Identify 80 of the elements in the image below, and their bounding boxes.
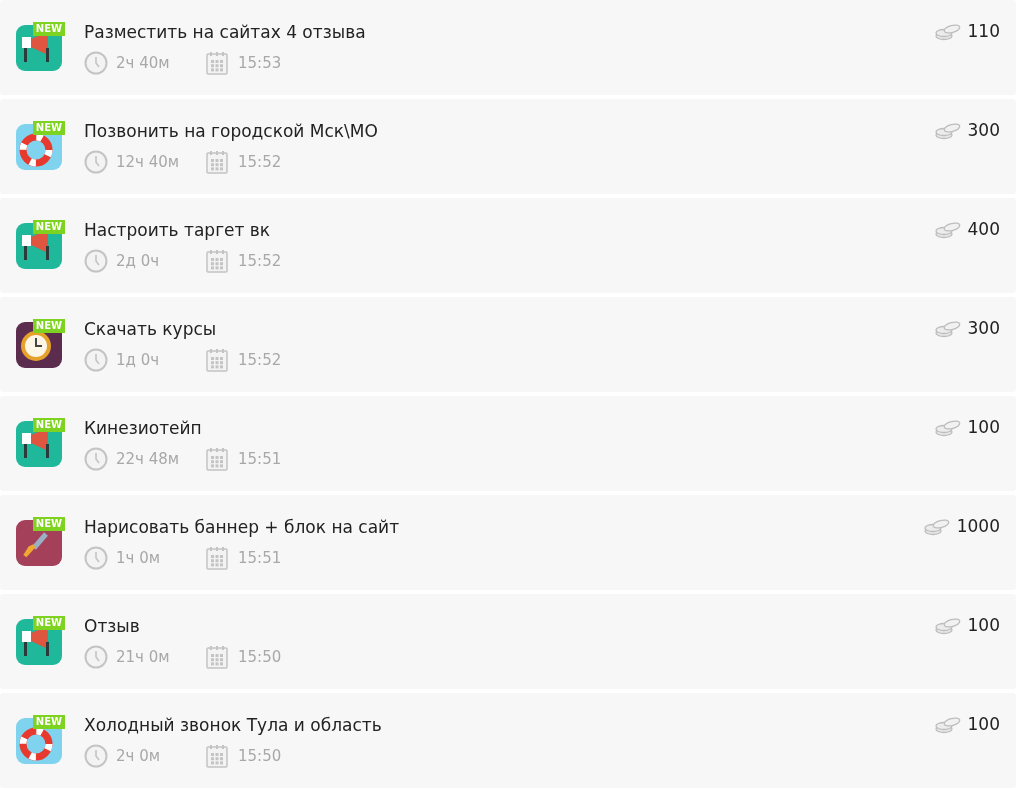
calendar-icon xyxy=(206,150,228,174)
reward-amount: 300 xyxy=(967,317,1000,340)
lifebuoy-icon xyxy=(16,718,62,764)
calendar-icon xyxy=(206,744,228,768)
duration-text: 2д 0ч xyxy=(116,250,161,272)
new-badge: NEW xyxy=(32,22,65,36)
task-card[interactable]: NEW Кинезиотейп 22ч 48м 15:51 100 xyxy=(0,396,1016,491)
task-card[interactable]: NEW Разместить на сайтах 4 отзыва 2ч 40м 15:53 110 xyxy=(0,0,1016,95)
task-card[interactable]: NEW Позвонить на городской Мск\МО 12ч 40м 15:52 300 xyxy=(0,99,1016,194)
task-card[interactable]: NEW Настроить таргет вк 2д 0ч 15:52 400 xyxy=(0,198,1016,293)
calendar-icon xyxy=(206,546,228,570)
coins-icon xyxy=(933,417,962,438)
calendar-icon xyxy=(206,348,228,372)
coins-icon xyxy=(922,516,951,537)
duration-text: 12ч 40м xyxy=(116,151,181,173)
clock-icon xyxy=(84,51,108,75)
time-text: 15:51 xyxy=(238,448,282,470)
coins-icon xyxy=(933,120,962,141)
task-card[interactable]: NEW Скачать курсы 1д 0ч 15:52 300 xyxy=(0,297,1016,392)
coins-icon xyxy=(933,21,962,42)
new-badge: NEW xyxy=(32,418,65,432)
clock-icon xyxy=(16,322,62,368)
reward-amount: 300 xyxy=(967,119,1000,142)
calendar-icon xyxy=(206,249,228,273)
clock-icon xyxy=(84,348,108,372)
time-text: 15:52 xyxy=(238,349,282,371)
time-text: 15:53 xyxy=(238,52,282,74)
coins-icon xyxy=(933,219,962,240)
clock-icon xyxy=(84,546,108,570)
task-title[interactable]: Кинезиотейп xyxy=(84,417,934,439)
new-badge: NEW xyxy=(32,517,65,531)
time-text: 15:50 xyxy=(238,745,282,767)
task-title[interactable]: Разместить на сайтах 4 отзыва xyxy=(84,21,934,43)
clock-icon xyxy=(84,150,108,174)
reward-amount: 110 xyxy=(967,20,1000,43)
new-badge: NEW xyxy=(32,715,65,729)
coins-icon xyxy=(933,714,962,735)
new-badge: NEW xyxy=(32,121,65,135)
time-text: 15:52 xyxy=(238,151,282,173)
task-title[interactable]: Позвонить на городской Мск\МО xyxy=(84,120,934,142)
calendar-icon xyxy=(206,51,228,75)
megaphone-icon xyxy=(16,223,62,269)
time-text: 15:52 xyxy=(238,250,282,272)
task-title[interactable]: Отзыв xyxy=(84,615,934,637)
megaphone-icon xyxy=(16,25,62,71)
reward-amount: 100 xyxy=(967,614,1000,637)
new-badge: NEW xyxy=(32,616,65,630)
brush-icon xyxy=(16,520,62,566)
duration-text: 1ч 0м xyxy=(116,547,162,569)
task-title[interactable]: Холодный звонок Тула и область xyxy=(84,714,934,736)
task-card[interactable]: NEW Нарисовать баннер + блок на сайт 1ч 0м 15:51 1000 xyxy=(0,495,1016,590)
duration-text: 21ч 0м xyxy=(116,646,171,668)
coins-icon xyxy=(933,318,962,339)
new-badge: NEW xyxy=(32,220,65,234)
task-card[interactable]: NEW Холодный звонок Тула и область 2ч 0м 15:50 100 xyxy=(0,693,1016,788)
duration-text: 2ч 0м xyxy=(116,745,162,767)
task-title[interactable]: Нарисовать баннер + блок на сайт xyxy=(84,516,923,538)
coins-icon xyxy=(933,615,962,636)
calendar-icon xyxy=(206,447,228,471)
reward-amount: 1000 xyxy=(956,515,1000,538)
reward-amount: 100 xyxy=(967,416,1000,439)
time-text: 15:50 xyxy=(238,646,282,668)
clock-icon xyxy=(84,744,108,768)
duration-text: 22ч 48м xyxy=(116,448,181,470)
task-title[interactable]: Настроить таргет вк xyxy=(84,219,934,241)
lifebuoy-icon xyxy=(16,124,62,170)
clock-icon xyxy=(84,645,108,669)
reward-amount: 100 xyxy=(967,713,1000,736)
megaphone-icon xyxy=(16,421,62,467)
clock-icon xyxy=(84,249,108,273)
megaphone-icon xyxy=(16,619,62,665)
duration-text: 1д 0ч xyxy=(116,349,161,371)
task-card[interactable]: NEW Отзыв 21ч 0м 15:50 100 xyxy=(0,594,1016,689)
new-badge: NEW xyxy=(32,319,65,333)
clock-icon xyxy=(84,447,108,471)
reward-amount: 400 xyxy=(967,218,1000,241)
task-title[interactable]: Скачать курсы xyxy=(84,318,934,340)
duration-text: 2ч 40м xyxy=(116,52,171,74)
time-text: 15:51 xyxy=(238,547,282,569)
calendar-icon xyxy=(206,645,228,669)
